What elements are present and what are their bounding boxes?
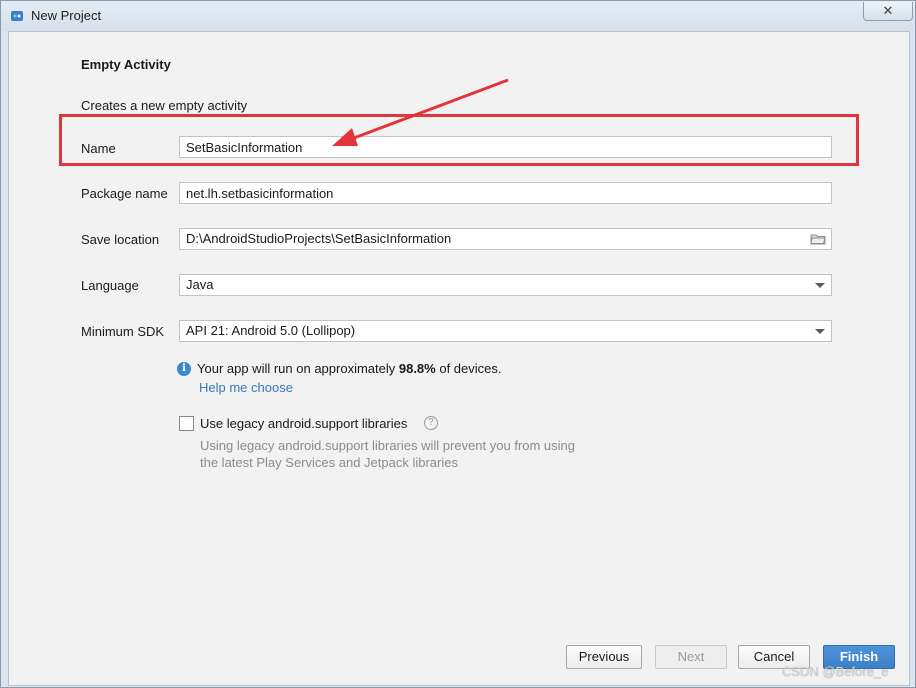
coverage-suffix: of devices. (435, 361, 502, 376)
language-value: Java (186, 277, 214, 292)
button-bar: Previous Next Cancel Finish (8, 637, 910, 686)
new-project-window: New Project ✕ Empty Activity Creates a n… (0, 0, 916, 688)
package-name-field[interactable] (179, 182, 832, 204)
minimum-sdk-value: API 21: Android 5.0 (Lollipop) (186, 323, 356, 338)
android-studio-icon (11, 11, 23, 21)
dropdown-caret-icon (815, 283, 825, 288)
name-field[interactable] (179, 136, 832, 158)
title-bar: New Project ✕ (1, 1, 915, 31)
legacy-description-line-2: the latest Play Services and Jetpack lib… (200, 455, 458, 470)
watermark-text: CSDN @Before_e (782, 664, 889, 679)
language-label: Language (81, 278, 139, 293)
minimum-sdk-label: Minimum SDK (81, 324, 165, 339)
question-icon[interactable]: ? (424, 416, 438, 430)
language-dropdown[interactable]: Java (179, 274, 832, 296)
close-button[interactable]: ✕ (863, 2, 913, 21)
legacy-description-line-1: Using legacy android.support libraries w… (200, 438, 576, 453)
page-subtitle: Creates a new empty activity (81, 98, 248, 113)
previous-button[interactable]: Previous (566, 645, 642, 669)
minimum-sdk-dropdown[interactable]: API 21: Android 5.0 (Lollipop) (179, 320, 832, 342)
folder-icon[interactable] (810, 233, 826, 245)
legacy-support-label[interactable]: Use legacy android.support libraries (200, 416, 407, 431)
info-icon: i (177, 362, 191, 376)
legacy-support-checkbox[interactable] (179, 416, 194, 431)
coverage-prefix: Your app will run on approximately (197, 361, 399, 376)
device-coverage-text: Your app will run on approximately 98.8%… (197, 361, 502, 376)
save-location-label: Save location (81, 232, 160, 247)
package-name-label: Package name (81, 186, 168, 201)
coverage-percent: 98.8% (398, 361, 436, 376)
name-label: Name (81, 141, 116, 156)
save-location-value: D:\AndroidStudioProjects\SetBasicInforma… (186, 231, 452, 246)
content-panel: Empty Activity Creates a new empty activ… (8, 31, 910, 638)
help-me-choose-link[interactable]: Help me choose (199, 380, 293, 395)
next-button[interactable]: Next (655, 645, 727, 669)
dropdown-caret-icon (815, 329, 825, 334)
page-title: Empty Activity (81, 57, 171, 72)
save-location-field[interactable]: D:\AndroidStudioProjects\SetBasicInforma… (179, 228, 832, 250)
window-title: New Project (31, 8, 102, 23)
